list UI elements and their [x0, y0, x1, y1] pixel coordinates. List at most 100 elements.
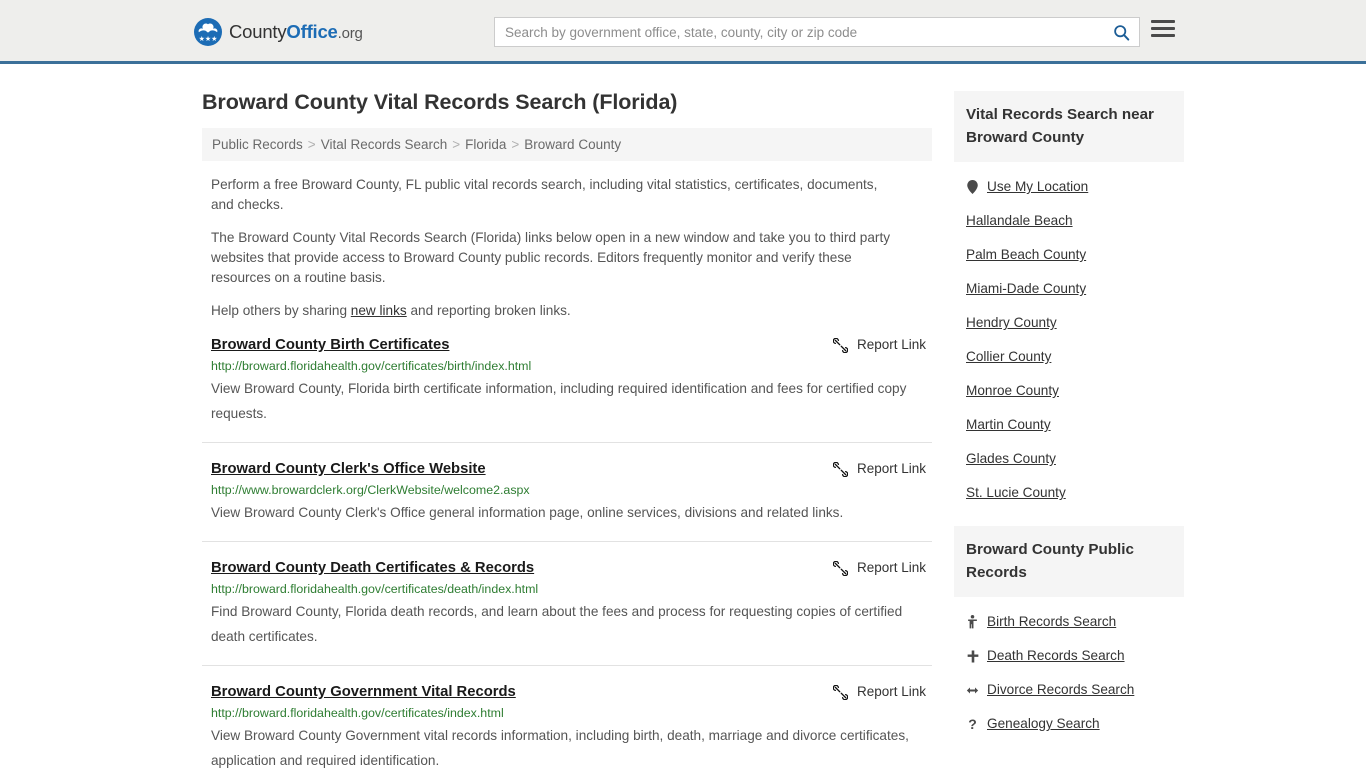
sidebar-link-label[interactable]: St. Lucie County — [966, 482, 1066, 504]
report-link-label: Report Link — [856, 461, 926, 476]
sidebar-public-records-heading: Broward County Public Records — [954, 526, 1184, 597]
brand-prefix: County — [229, 21, 287, 42]
result-title-link[interactable]: Broward County Death Certificates & Reco… — [211, 558, 534, 578]
sidebar-item-death-records-search[interactable]: Death Records Search — [954, 639, 1184, 673]
broken-link-icon — [832, 337, 848, 353]
eagle-shield-icon: ★★★ — [194, 18, 222, 46]
intro-p3-before: Help others by sharing — [211, 303, 351, 318]
breadcrumb: Public Records > Vital Records Search > Flor… — [202, 128, 932, 161]
sidebar-item-birth-records-search[interactable]: Birth Records Search — [954, 605, 1184, 639]
result-item: Broward County Clerk's Office Website Re… — [202, 459, 932, 542]
result-url: http://broward.floridahealth.gov/certifi… — [211, 582, 539, 596]
sidebar-public-records-box: Broward County Public Records Birth Reco… — [954, 526, 1184, 741]
sidebar-link-label[interactable]: Hendry County — [966, 312, 1057, 334]
sidebar-item-miami-dade-county[interactable]: Miami-Dade County — [954, 272, 1184, 306]
breadcrumb-separator: > — [511, 137, 520, 152]
result-url: http://broward.floridahealth.gov/certifi… — [211, 359, 532, 373]
breadcrumb-item-broward-county[interactable]: Broward County — [524, 137, 621, 152]
result-item: Broward County Birth Certificates Report… — [202, 335, 932, 443]
sidebar-link-label[interactable]: Hallandale Beach — [966, 210, 1073, 232]
sidebar-item-hallandale-beach[interactable]: Hallandale Beach — [954, 204, 1184, 238]
intro-text: Perform a free Broward County, FL public… — [202, 175, 932, 321]
sidebar-link-label[interactable]: Palm Beach County — [966, 244, 1086, 266]
broken-link-icon — [832, 461, 848, 477]
cross-icon — [966, 650, 979, 663]
result-url: http://www.browardclerk.org/ClerkWebsite… — [211, 483, 530, 497]
search-button[interactable] — [1103, 18, 1139, 46]
sidebar-item-st-lucie-county[interactable]: St. Lucie County — [954, 476, 1184, 510]
result-description: View Broward County Clerk's Office gener… — [211, 505, 844, 520]
report-link-button[interactable]: Report Link — [832, 459, 932, 479]
sidebar-link-label[interactable]: Divorce Records Search — [987, 679, 1134, 701]
breadcrumb-item-public-records[interactable]: Public Records — [212, 137, 303, 152]
result-description: View Broward County, Florida birth certi… — [211, 381, 907, 421]
sidebar: Vital Records Search near Broward County… — [954, 64, 1184, 757]
search-input[interactable] — [495, 18, 1103, 46]
sidebar-link-label[interactable]: Genealogy Search — [987, 713, 1100, 735]
result-item: Broward County Death Certificates & Reco… — [202, 558, 932, 666]
sidebar-item-genealogy-search[interactable]: ? Genealogy Search — [954, 707, 1184, 741]
page-title: Broward County Vital Records Search (Flo… — [202, 90, 678, 114]
results-list: Broward County Birth Certificates Report… — [202, 335, 932, 768]
sidebar-nearby-list: Use My Location Hallandale Beach Palm Be… — [954, 162, 1184, 510]
sidebar-item-martin-county[interactable]: Martin County — [954, 408, 1184, 442]
result-title-link[interactable]: Broward County Clerk's Office Website — [211, 459, 486, 479]
breadcrumb-item-florida[interactable]: Florida — [465, 137, 506, 152]
intro-paragraph-1: Perform a free Broward County, FL public… — [211, 177, 878, 212]
stars-icon: ★★★ — [198, 36, 218, 43]
search-icon — [1113, 24, 1129, 41]
sidebar-item-palm-beach-county[interactable]: Palm Beach County — [954, 238, 1184, 272]
report-link-button[interactable]: Report Link — [832, 335, 932, 355]
brand-wordmark: CountyOffice.org — [229, 21, 363, 43]
sidebar-item-collier-county[interactable]: Collier County — [954, 340, 1184, 374]
intro-paragraph-3: Help others by sharing new links and rep… — [202, 301, 902, 321]
result-header: Broward County Clerk's Office Website Re… — [211, 459, 932, 479]
hamburger-bar — [1151, 27, 1175, 30]
sidebar-item-glades-county[interactable]: Glades County — [954, 442, 1184, 476]
result-title-link[interactable]: Broward County Government Vital Records — [211, 682, 516, 702]
sidebar-item-use-my-location[interactable]: Use My Location — [954, 170, 1184, 204]
new-links-link[interactable]: new links — [351, 303, 407, 318]
baby-icon — [966, 615, 979, 629]
report-link-label: Report Link — [856, 337, 926, 352]
sidebar-link-label[interactable]: Use My Location — [987, 176, 1088, 198]
main-content: Broward County Vital Records Search (Flo… — [202, 64, 932, 768]
sidebar-link-label[interactable]: Monroe County — [966, 380, 1059, 402]
intro-paragraph-2: The Broward County Vital Records Search … — [211, 230, 891, 285]
result-header: Broward County Birth Certificates Report… — [211, 335, 932, 355]
sidebar-link-label[interactable]: Glades County — [966, 448, 1056, 470]
hamburger-menu-icon[interactable] — [1151, 20, 1175, 37]
result-title-link[interactable]: Broward County Birth Certificates — [211, 335, 449, 355]
sidebar-link-label[interactable]: Death Records Search — [987, 645, 1125, 667]
brand-accent: Office — [286, 21, 338, 42]
report-link-button[interactable]: Report Link — [832, 682, 932, 702]
result-description: View Broward County Government vital rec… — [211, 728, 909, 768]
sidebar-link-label[interactable]: Collier County — [966, 346, 1051, 368]
intro-p3-after: and reporting broken links. — [406, 303, 571, 318]
question-mark-icon: ? — [968, 716, 977, 732]
breadcrumb-item-vital-records-search[interactable]: Vital Records Search — [321, 137, 448, 152]
sidebar-item-divorce-records-search[interactable]: Divorce Records Search — [954, 673, 1184, 707]
broken-link-icon — [832, 560, 848, 576]
sidebar-item-monroe-county[interactable]: Monroe County — [954, 374, 1184, 408]
sidebar-link-label[interactable]: Martin County — [966, 414, 1051, 436]
page-body: Broward County Vital Records Search (Flo… — [0, 64, 1366, 768]
sidebar-link-label[interactable]: Miami-Dade County — [966, 278, 1086, 300]
sidebar-nearby-box: Vital Records Search near Broward County… — [954, 91, 1184, 510]
site-header: ★★★ CountyOffice.org — [0, 0, 1366, 64]
sidebar-nearby-heading: Vital Records Search near Broward County — [954, 91, 1184, 162]
sidebar-link-label[interactable]: Birth Records Search — [987, 611, 1116, 633]
result-header: Broward County Death Certificates & Reco… — [211, 558, 932, 578]
report-link-label: Report Link — [856, 560, 926, 575]
result-url: http://broward.floridahealth.gov/certifi… — [211, 706, 504, 720]
sidebar-item-hendry-county[interactable]: Hendry County — [954, 306, 1184, 340]
report-link-button[interactable]: Report Link — [832, 558, 932, 578]
hamburger-bar — [1151, 34, 1175, 37]
search-bar[interactable] — [494, 17, 1140, 47]
hamburger-bar — [1151, 20, 1175, 23]
sidebar-public-records-list: Birth Records Search Death Records Searc… — [954, 597, 1184, 741]
brand-suffix: .org — [337, 25, 363, 42]
site-logo[interactable]: ★★★ CountyOffice.org — [194, 18, 363, 46]
result-header: Broward County Government Vital Records … — [211, 682, 932, 702]
broken-link-icon — [832, 684, 848, 700]
